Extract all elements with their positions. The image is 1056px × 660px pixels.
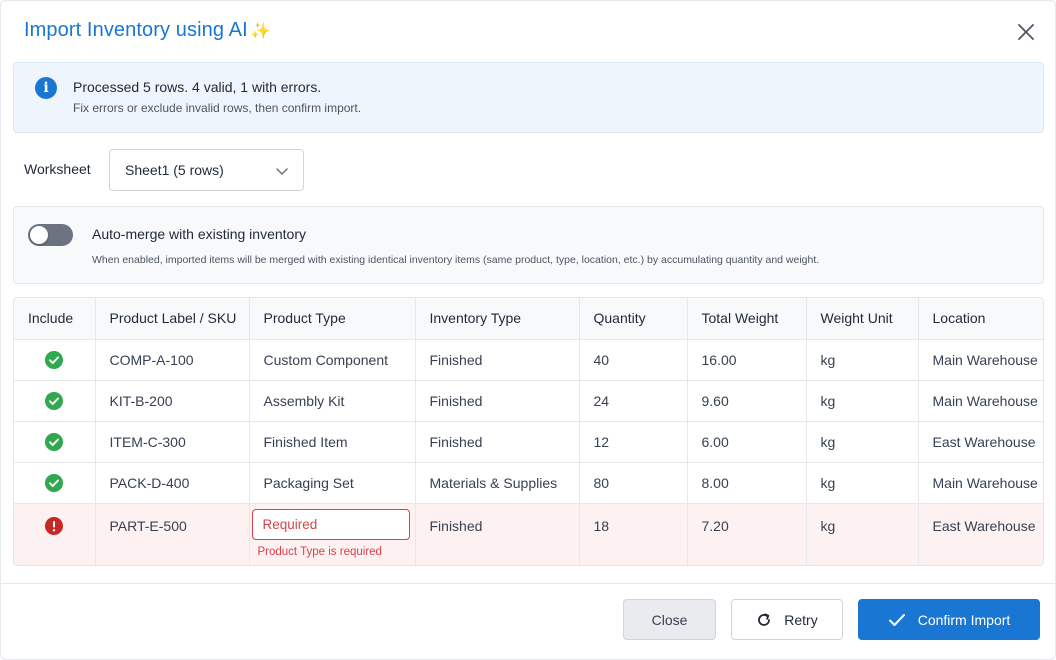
product-type-cell: Custom Component: [249, 339, 416, 381]
include-cell[interactable]: [14, 421, 96, 463]
worksheet-select[interactable]: Sheet1 (5 rows): [109, 149, 304, 191]
sku-cell: ITEM-C-300: [95, 421, 250, 463]
auto-merge-title: Auto-merge with existing inventory: [92, 226, 306, 242]
product-type-error-message: Product Type is required: [257, 545, 382, 558]
check-circle-icon[interactable]: [45, 473, 64, 492]
check-icon: [888, 613, 905, 626]
table-row: ITEM-C-300 Finished Item Finished 12 6.0…: [14, 421, 1043, 463]
unit-cell: kg: [806, 503, 919, 565]
inventory-type-cell: Finished: [415, 503, 580, 565]
inventory-type-cell: Finished: [415, 380, 580, 422]
column-header-total-weight: Total Weight: [687, 298, 807, 340]
sku-cell: PACK-D-400: [95, 462, 250, 504]
sku-cell: COMP-A-100: [95, 339, 250, 381]
location-cell: Main Warehouse: [918, 339, 1043, 381]
location-cell: Main Warehouse: [918, 380, 1043, 422]
confirm-import-button[interactable]: Confirm Import: [858, 599, 1040, 640]
inventory-type-cell: Finished: [415, 421, 580, 463]
product-type-input[interactable]: Required: [251, 508, 410, 540]
check-circle-icon[interactable]: [45, 350, 64, 369]
info-banner: i Processed 5 rows. 4 valid, 1 with erro…: [13, 62, 1044, 133]
weight-cell: 8.00: [687, 462, 807, 504]
product-type-cell: Assembly Kit: [249, 380, 416, 422]
unit-cell: kg: [806, 462, 919, 504]
quantity-cell: 40: [579, 339, 688, 381]
include-cell[interactable]: [14, 462, 96, 504]
worksheet-selected-value: Sheet1 (5 rows): [125, 162, 224, 178]
weight-cell: 7.20: [687, 503, 807, 565]
product-type-cell: Packaging Set: [249, 462, 416, 504]
column-header-quantity: Quantity: [579, 298, 688, 340]
error-circle-icon[interactable]: [45, 516, 64, 535]
info-instructions: Fix errors or exclude invalid rows, then…: [73, 101, 362, 115]
refresh-icon: [758, 612, 771, 626]
sku-cell: KIT-B-200: [95, 380, 250, 422]
include-cell[interactable]: [14, 503, 96, 565]
table-row-error: PART-E-500 Required Product Type is requ…: [14, 503, 1043, 565]
worksheet-label: Worksheet: [24, 161, 91, 177]
dialog-title: Import Inventory using AI ✨: [24, 19, 271, 42]
footer-divider: [1, 583, 1056, 584]
column-header-include: Include: [14, 298, 96, 340]
close-button-label: Close: [651, 611, 688, 628]
sparkle-icon: ✨: [250, 23, 271, 40]
check-circle-icon[interactable]: [45, 391, 64, 410]
weight-cell: 6.00: [687, 421, 807, 463]
quantity-cell: 24: [579, 380, 688, 422]
column-header-sku: Product Label / SKU: [95, 298, 250, 340]
retry-button[interactable]: Retry: [731, 599, 843, 640]
product-type-cell: Required Product Type is required: [249, 503, 416, 565]
dialog-title-text: Import Inventory using AI: [24, 19, 248, 41]
inventory-type-cell: Materials & Supplies: [415, 462, 580, 504]
close-icon[interactable]: [1013, 19, 1039, 45]
location-cell: Main Warehouse: [918, 462, 1043, 504]
column-header-inventory-type: Inventory Type: [415, 298, 580, 340]
import-table: Include Product Label / SKU Product Type…: [13, 297, 1044, 566]
confirm-import-label: Confirm Import: [917, 611, 1011, 628]
weight-cell: 9.60: [687, 380, 807, 422]
product-type-cell: Finished Item: [249, 421, 416, 463]
include-cell[interactable]: [14, 339, 96, 381]
table-row: PACK-D-400 Packaging Set Materials & Sup…: [14, 462, 1043, 504]
check-circle-icon[interactable]: [45, 432, 64, 451]
auto-merge-toggle[interactable]: [28, 224, 73, 246]
chevron-down-icon: [276, 168, 288, 175]
table-row: KIT-B-200 Assembly Kit Finished 24 9.60 …: [14, 380, 1043, 422]
auto-merge-description: When enabled, imported items will be mer…: [92, 254, 820, 266]
auto-merge-panel: Auto-merge with existing inventory When …: [13, 206, 1044, 284]
import-dialog: Import Inventory using AI ✨ i Processed 5…: [0, 0, 1056, 660]
quantity-cell: 80: [579, 462, 688, 504]
info-summary: Processed 5 rows. 4 valid, 1 with errors…: [73, 79, 322, 95]
weight-cell: 16.00: [687, 339, 807, 381]
location-cell: East Warehouse: [918, 503, 1043, 565]
table-row: COMP-A-100 Custom Component Finished 40 …: [14, 339, 1043, 381]
column-header-product-type: Product Type: [249, 298, 416, 340]
quantity-cell: 18: [579, 503, 688, 565]
include-cell[interactable]: [14, 380, 96, 422]
column-header-weight-unit: Weight Unit: [806, 298, 919, 340]
unit-cell: kg: [806, 380, 919, 422]
inventory-type-cell: Finished: [415, 339, 580, 381]
toggle-knob: [30, 226, 48, 244]
unit-cell: kg: [806, 339, 919, 381]
location-cell: East Warehouse: [918, 421, 1043, 463]
quantity-cell: 12: [579, 421, 688, 463]
info-icon: i: [35, 77, 57, 99]
unit-cell: kg: [806, 421, 919, 463]
close-button[interactable]: Close: [623, 599, 716, 640]
dialog-header: Import Inventory using AI ✨: [1, 1, 1056, 63]
retry-button-label: Retry: [784, 611, 818, 628]
sku-cell: PART-E-500: [95, 503, 250, 565]
column-header-location: Location: [918, 298, 1043, 340]
table-header-row: Include Product Label / SKU Product Type…: [14, 298, 1043, 340]
